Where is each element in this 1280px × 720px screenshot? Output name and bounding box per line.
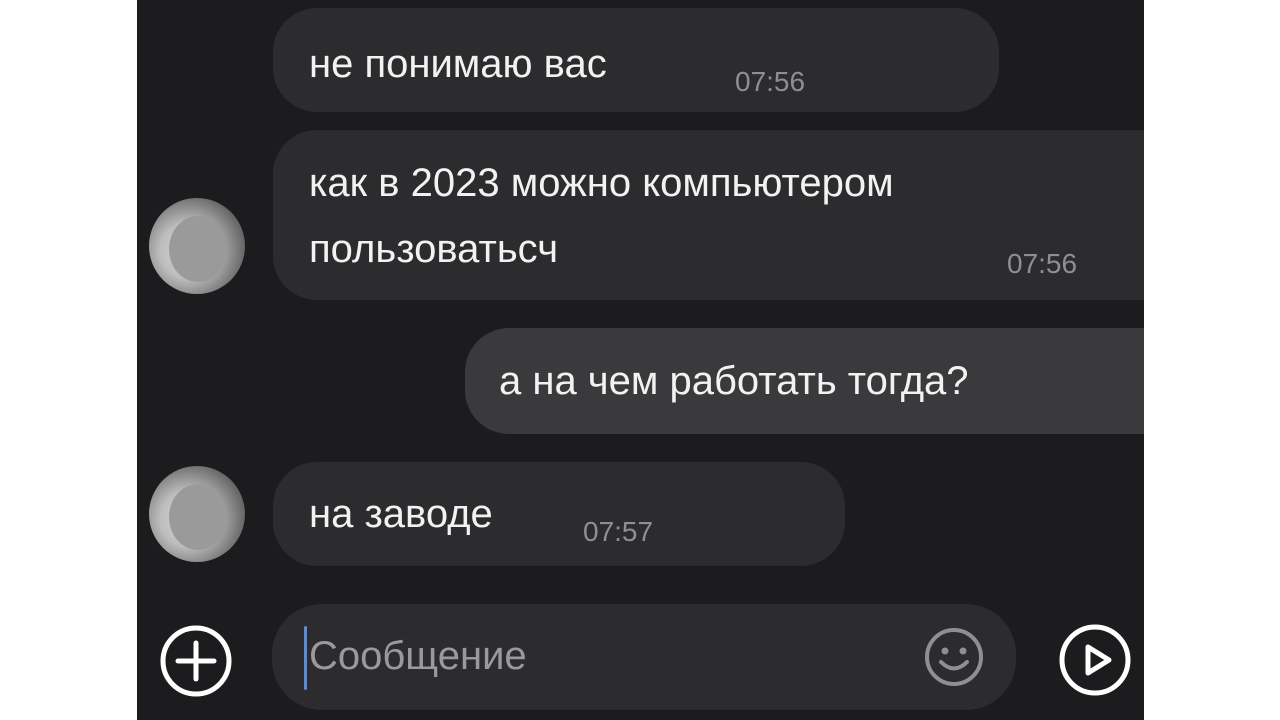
chat-window: не понимаю вас 07:56 как в 2023 можно ко…: [137, 0, 1144, 720]
send-button[interactable]: [1057, 622, 1133, 698]
message-text-line: пользоватьсч: [309, 227, 559, 271]
message-bubble-incoming[interactable]: не понимаю вас 07:56: [273, 8, 999, 112]
message-time: 07:57: [583, 516, 654, 547]
message-text: а на чем работать тогда?: [499, 359, 969, 403]
avatar[interactable]: [149, 198, 245, 294]
message-text-line: как в 2023 можно компьютером: [309, 161, 894, 205]
emoji-button[interactable]: [923, 626, 985, 688]
message-input-placeholder: Сообщение: [309, 634, 527, 678]
avatar[interactable]: [149, 466, 245, 562]
message-time: 07:56: [1007, 248, 1078, 279]
message-bubble-incoming[interactable]: как в 2023 можно компьютером пользоватьс…: [273, 130, 1144, 300]
text-caret: [304, 626, 307, 690]
message-input[interactable]: Сообщение: [272, 604, 1016, 710]
avatar-blur: [169, 484, 227, 550]
avatar-blur: [169, 216, 227, 282]
play-circle-icon: [1059, 624, 1131, 696]
message-text: на заводе: [309, 492, 493, 536]
message-bubble-incoming[interactable]: на заводе 07:57: [273, 462, 845, 566]
smiley-icon: [925, 628, 983, 686]
message-bubble-outgoing[interactable]: а на чем работать тогда?: [465, 328, 1144, 434]
message-time: 07:56: [735, 66, 806, 97]
message-text: не понимаю вас: [309, 42, 607, 86]
plus-circle-icon: [160, 625, 232, 697]
attach-button[interactable]: [159, 624, 233, 698]
